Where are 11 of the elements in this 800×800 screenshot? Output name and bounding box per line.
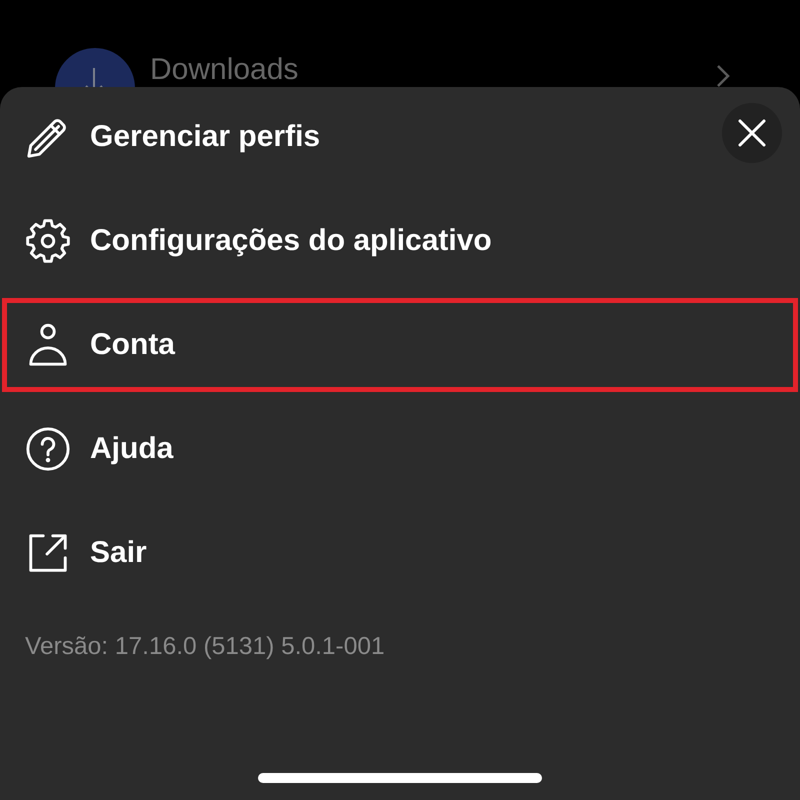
chevron-right-icon — [716, 64, 730, 88]
help-icon — [25, 426, 71, 472]
menu-item[interactable]: Gerenciar perfis — [2, 90, 798, 184]
version-text: Versão: 17.16.0 (5131) 5.0.1-001 — [25, 633, 385, 661]
menu-item[interactable]: Ajuda — [2, 402, 798, 496]
list-item-label: Downloads — [150, 55, 298, 85]
menu-item[interactable]: Sair — [2, 506, 798, 600]
settings-icon — [25, 218, 71, 264]
close-icon — [738, 119, 766, 147]
menu-item[interactable]: Configurações do aplicativo — [2, 194, 798, 288]
menu-item[interactable]: Conta — [2, 298, 798, 392]
